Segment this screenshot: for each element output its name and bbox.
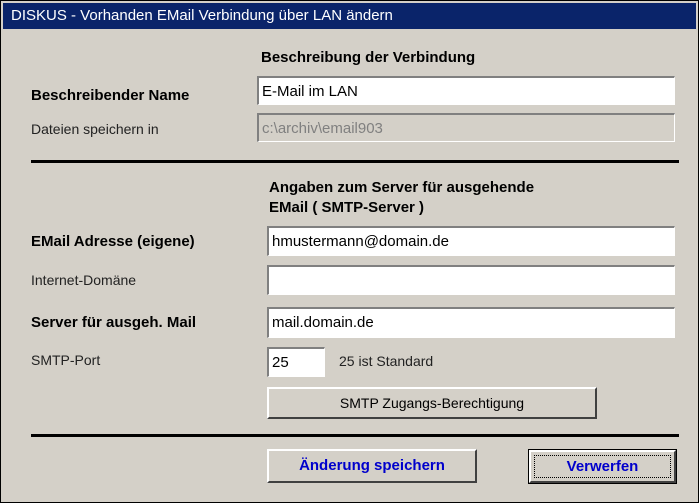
save-button[interactable]: Änderung speichern	[267, 449, 477, 483]
smtp-auth-button[interactable]: SMTP Zugangs-Berechtigung	[267, 387, 597, 419]
window-title[interactable]: DISKUS - Vorhanden EMail Verbindung über…	[3, 3, 696, 29]
separator-1	[31, 160, 679, 163]
dialog-window: DISKUS - Vorhanden EMail Verbindung über…	[0, 0, 699, 503]
server-input[interactable]: mail.domain.de	[267, 307, 675, 338]
folder-input: c:\archiv\email903	[257, 113, 675, 142]
server-label: Server für ausgeh. Mail	[31, 314, 197, 331]
name-label: Beschreibender Name	[31, 87, 190, 104]
discard-button[interactable]: Verwerfen	[528, 449, 677, 484]
connection-section-heading: Beschreibung der Verbindung	[261, 49, 476, 66]
port-input[interactable]: 25	[267, 347, 325, 377]
email-input[interactable]: hmustermann@domain.de	[267, 226, 675, 256]
server-section-heading-line2: EMail ( SMTP-Server )	[269, 199, 425, 216]
name-input[interactable]: E-Mail im LAN	[257, 76, 675, 105]
focus-rectangle	[534, 455, 671, 478]
email-label: EMail Adresse (eigene)	[31, 233, 195, 250]
domain-label: Internet-Domäne	[31, 272, 137, 288]
folder-label: Dateien speichern in	[31, 121, 159, 137]
save-button-label: Änderung speichern	[299, 457, 445, 474]
server-section-heading-line1: Angaben zum Server für ausgehende	[269, 179, 535, 196]
port-hint: 25 ist Standard	[339, 353, 434, 369]
separator-2	[31, 434, 679, 437]
domain-input[interactable]	[267, 265, 675, 295]
port-label: SMTP-Port	[31, 352, 101, 368]
